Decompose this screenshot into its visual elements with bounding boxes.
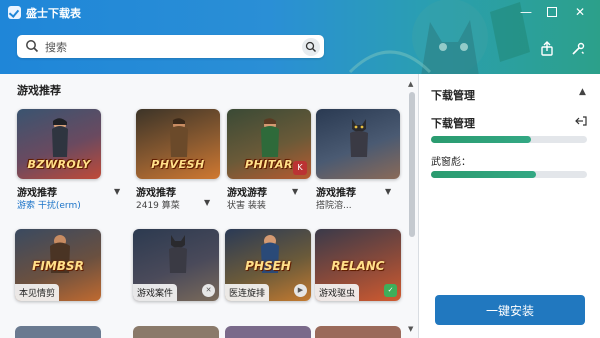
- game-card[interactable]: FIMBSR 本见情剪: [15, 229, 101, 301]
- game-label: 游戏驱虫: [315, 284, 360, 301]
- game-label: 医连旋排: [225, 284, 270, 301]
- game-card[interactable]: BZWROLY: [17, 109, 101, 179]
- game-subtitle: 2419 算菜: [136, 201, 180, 211]
- app-title: 盛士下载表: [26, 7, 81, 20]
- chevron-down-icon[interactable]: ▼: [204, 198, 210, 207]
- search-icon: [305, 41, 316, 52]
- collapse-icon[interactable]: ▲: [579, 87, 586, 97]
- settings-icon[interactable]: [569, 40, 587, 58]
- game-subtitle: 游索 干扰(erm): [17, 201, 81, 211]
- download-progress-fill: [431, 171, 536, 178]
- game-badge: K: [293, 161, 307, 175]
- download-progress-bar: [431, 136, 587, 143]
- app-header: 盛士下载表 — ✕: [0, 0, 600, 74]
- game-card[interactable]: PHVESH: [136, 109, 220, 179]
- game-art-text: PHVESH: [151, 158, 205, 171]
- app-logo-icon: [8, 6, 21, 19]
- game-card[interactable]: PHSEH 医连旋排 ▶: [225, 229, 311, 301]
- check-icon[interactable]: ✓: [384, 284, 397, 297]
- download-subtitle: 下载管理: [431, 117, 475, 130]
- game-card[interactable]: 游戏案件 ✕: [133, 229, 219, 301]
- game-art-text: FIMBSR: [32, 259, 84, 273]
- scroll-up-icon[interactable]: ▲: [408, 80, 413, 88]
- game-title[interactable]: 游戏推荐: [17, 184, 57, 199]
- game-card[interactable]: [316, 109, 400, 179]
- share-icon[interactable]: [538, 40, 556, 58]
- game-art-text: RELANC: [331, 259, 385, 273]
- game-list-panel: 游戏推荐 BZWROLY PHVESH PHITAR K 游戏推荐 游索 干扰(…: [0, 74, 418, 338]
- close-icon[interactable]: ✕: [202, 284, 215, 297]
- section-title: 游戏推荐: [17, 84, 61, 97]
- maximize-icon: [547, 7, 557, 17]
- game-art: [261, 118, 279, 157]
- chevron-down-icon[interactable]: ▼: [292, 187, 298, 196]
- game-art-text: BZWROLY: [27, 158, 91, 171]
- game-art: [350, 119, 368, 157]
- game-card[interactable]: [315, 326, 401, 338]
- maximize-button[interactable]: [542, 4, 562, 20]
- download-panel: 下载管理 ▲ 下载管理 武窗彪： 一键安装: [418, 74, 600, 338]
- search-bar: [17, 35, 324, 58]
- search-icon: [26, 40, 39, 53]
- scrollbar[interactable]: ▲ ▼: [408, 80, 415, 333]
- search-button[interactable]: [302, 38, 320, 56]
- scroll-down-icon[interactable]: ▼: [408, 325, 413, 333]
- game-subtitle: 状害 装装: [227, 201, 266, 211]
- chevron-down-icon[interactable]: ▼: [114, 187, 120, 196]
- game-art: [170, 118, 188, 157]
- game-art-text: PHSEH: [245, 259, 291, 273]
- game-card[interactable]: [225, 326, 311, 338]
- minimize-button[interactable]: —: [516, 4, 536, 20]
- game-art: [52, 118, 68, 157]
- game-card[interactable]: PHITAR K: [227, 109, 311, 179]
- download-progress-fill: [431, 136, 531, 143]
- download-progress-bar: [431, 171, 587, 178]
- game-title[interactable]: 游戏推荐: [136, 184, 176, 199]
- play-icon[interactable]: ▶: [294, 284, 307, 297]
- game-subtitle: 搭院溶...: [316, 201, 352, 211]
- chevron-down-icon[interactable]: ▼: [385, 187, 391, 196]
- game-card[interactable]: [133, 326, 219, 338]
- close-button[interactable]: ✕: [570, 4, 590, 20]
- link-icon[interactable]: [574, 115, 588, 127]
- game-art: [169, 235, 187, 273]
- game-card[interactable]: RELANC 游戏驱虫 ✓: [315, 229, 401, 301]
- scroll-thumb[interactable]: [409, 92, 415, 237]
- install-button[interactable]: 一键安装: [435, 295, 585, 325]
- game-title[interactable]: 游戏游荐: [227, 184, 267, 199]
- download-item-label: 武窗彪：: [431, 157, 471, 168]
- title-bar: 盛士下载表 — ✕: [0, 0, 600, 26]
- download-title: 下载管理: [431, 89, 475, 102]
- game-label: 游戏案件: [133, 284, 178, 301]
- game-card[interactable]: [15, 326, 101, 338]
- game-label: 本见情剪: [15, 284, 60, 301]
- game-title[interactable]: 游戏推荐: [316, 184, 356, 199]
- search-input[interactable]: [43, 38, 297, 57]
